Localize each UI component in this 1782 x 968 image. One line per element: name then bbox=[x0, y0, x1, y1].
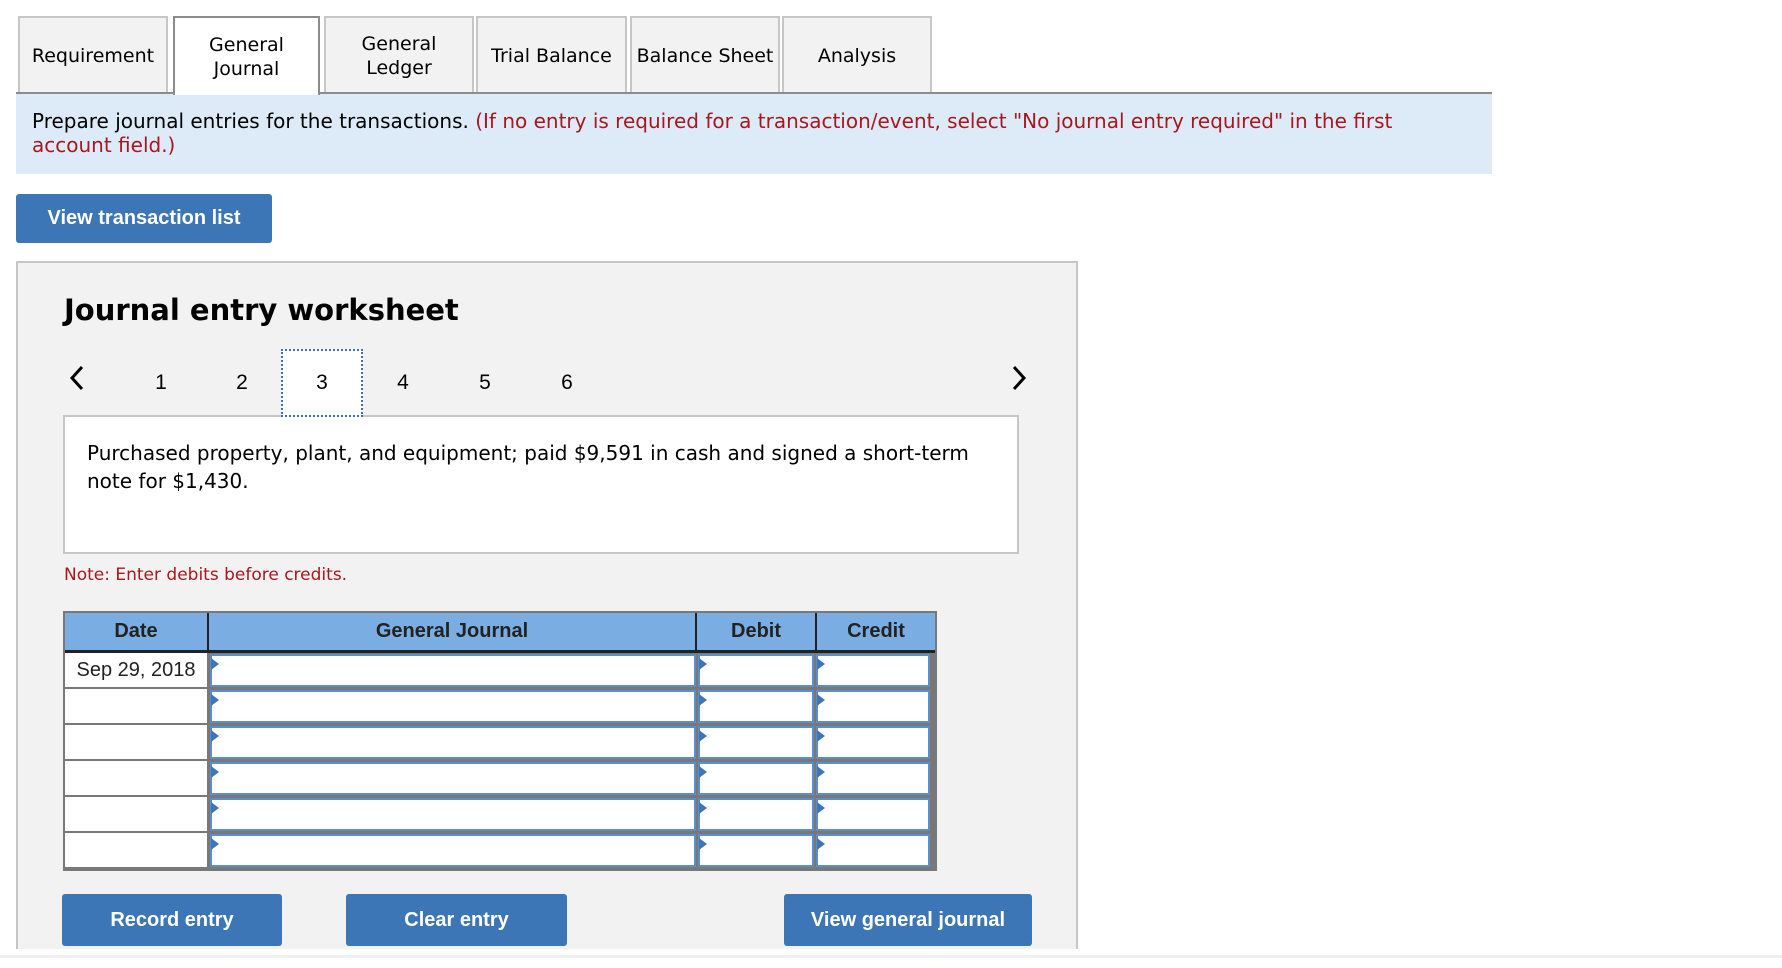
page-4[interactable]: 4 bbox=[362, 349, 444, 417]
chevron-right-icon bbox=[1012, 365, 1027, 391]
tab-general-ledger[interactable]: General Ledger bbox=[324, 16, 474, 94]
chevron-left-icon bbox=[69, 365, 84, 391]
credit-input[interactable] bbox=[816, 690, 930, 723]
credit-input[interactable] bbox=[816, 762, 930, 795]
page-divider bbox=[0, 955, 1782, 958]
account-input[interactable] bbox=[210, 726, 696, 759]
worksheet-title: Journal entry worksheet bbox=[64, 293, 459, 327]
view-general-journal-button[interactable]: View general journal bbox=[784, 894, 1032, 946]
table-row bbox=[65, 797, 935, 833]
page-1[interactable]: 1 bbox=[120, 349, 202, 417]
credit-input[interactable] bbox=[816, 798, 930, 831]
date-cell bbox=[65, 833, 209, 869]
header-date: Date bbox=[65, 613, 209, 650]
tab-balance-sheet[interactable]: Balance Sheet bbox=[630, 16, 780, 94]
account-input[interactable] bbox=[210, 654, 696, 687]
view-transaction-list-button[interactable]: View transaction list bbox=[16, 194, 272, 243]
table-row bbox=[65, 761, 935, 797]
debit-input[interactable] bbox=[698, 762, 814, 795]
table-header: Date General Journal Debit Credit bbox=[65, 613, 935, 653]
tab-trial-balance[interactable]: Trial Balance bbox=[476, 16, 627, 94]
page-3-current[interactable]: 3 bbox=[281, 349, 363, 417]
tab-general-journal[interactable]: General Journal bbox=[173, 16, 320, 95]
journal-entry-table: Date General Journal Debit Credit Sep 29… bbox=[63, 611, 937, 871]
prev-page-button[interactable] bbox=[62, 353, 92, 403]
date-cell: Sep 29, 2018 bbox=[65, 653, 209, 689]
account-input[interactable] bbox=[210, 690, 696, 723]
journal-entry-worksheet: Journal entry worksheet 1 2 3 4 5 6 Purc… bbox=[16, 261, 1078, 949]
debit-input[interactable] bbox=[698, 726, 814, 759]
date-cell bbox=[65, 689, 209, 725]
debits-note: Note: Enter debits before credits. bbox=[64, 565, 348, 585]
credit-input[interactable] bbox=[816, 834, 930, 867]
table-row bbox=[65, 689, 935, 725]
debit-input[interactable] bbox=[698, 798, 814, 831]
debit-input[interactable] bbox=[698, 654, 814, 687]
account-input[interactable] bbox=[210, 762, 696, 795]
date-cell bbox=[65, 725, 209, 761]
header-credit: Credit bbox=[847, 620, 905, 642]
header-general-journal: General Journal bbox=[209, 613, 697, 650]
account-input[interactable] bbox=[210, 834, 696, 867]
debit-input[interactable] bbox=[698, 834, 814, 867]
page-6[interactable]: 6 bbox=[526, 349, 608, 417]
table-row: Sep 29, 2018 bbox=[65, 653, 935, 689]
credit-input[interactable] bbox=[816, 726, 930, 759]
account-input[interactable] bbox=[210, 798, 696, 831]
tab-requirement[interactable]: Requirement bbox=[18, 16, 168, 94]
date-cell bbox=[65, 797, 209, 833]
record-entry-button[interactable]: Record entry bbox=[62, 894, 282, 946]
clear-entry-button[interactable]: Clear entry bbox=[346, 894, 567, 946]
instruction-banner: Prepare journal entries for the transact… bbox=[16, 94, 1492, 174]
date-cell bbox=[65, 761, 209, 797]
debit-input[interactable] bbox=[698, 690, 814, 723]
page-2[interactable]: 2 bbox=[201, 349, 283, 417]
page-5[interactable]: 5 bbox=[444, 349, 526, 417]
header-debit: Debit bbox=[697, 613, 817, 650]
transaction-description: Purchased property, plant, and equipment… bbox=[63, 415, 1019, 554]
next-page-button[interactable] bbox=[1004, 353, 1034, 403]
table-row bbox=[65, 725, 935, 761]
tab-analysis[interactable]: Analysis bbox=[782, 16, 932, 94]
table-row bbox=[65, 833, 935, 869]
credit-input[interactable] bbox=[816, 654, 930, 687]
instruction-text: Prepare journal entries for the transact… bbox=[32, 109, 476, 133]
